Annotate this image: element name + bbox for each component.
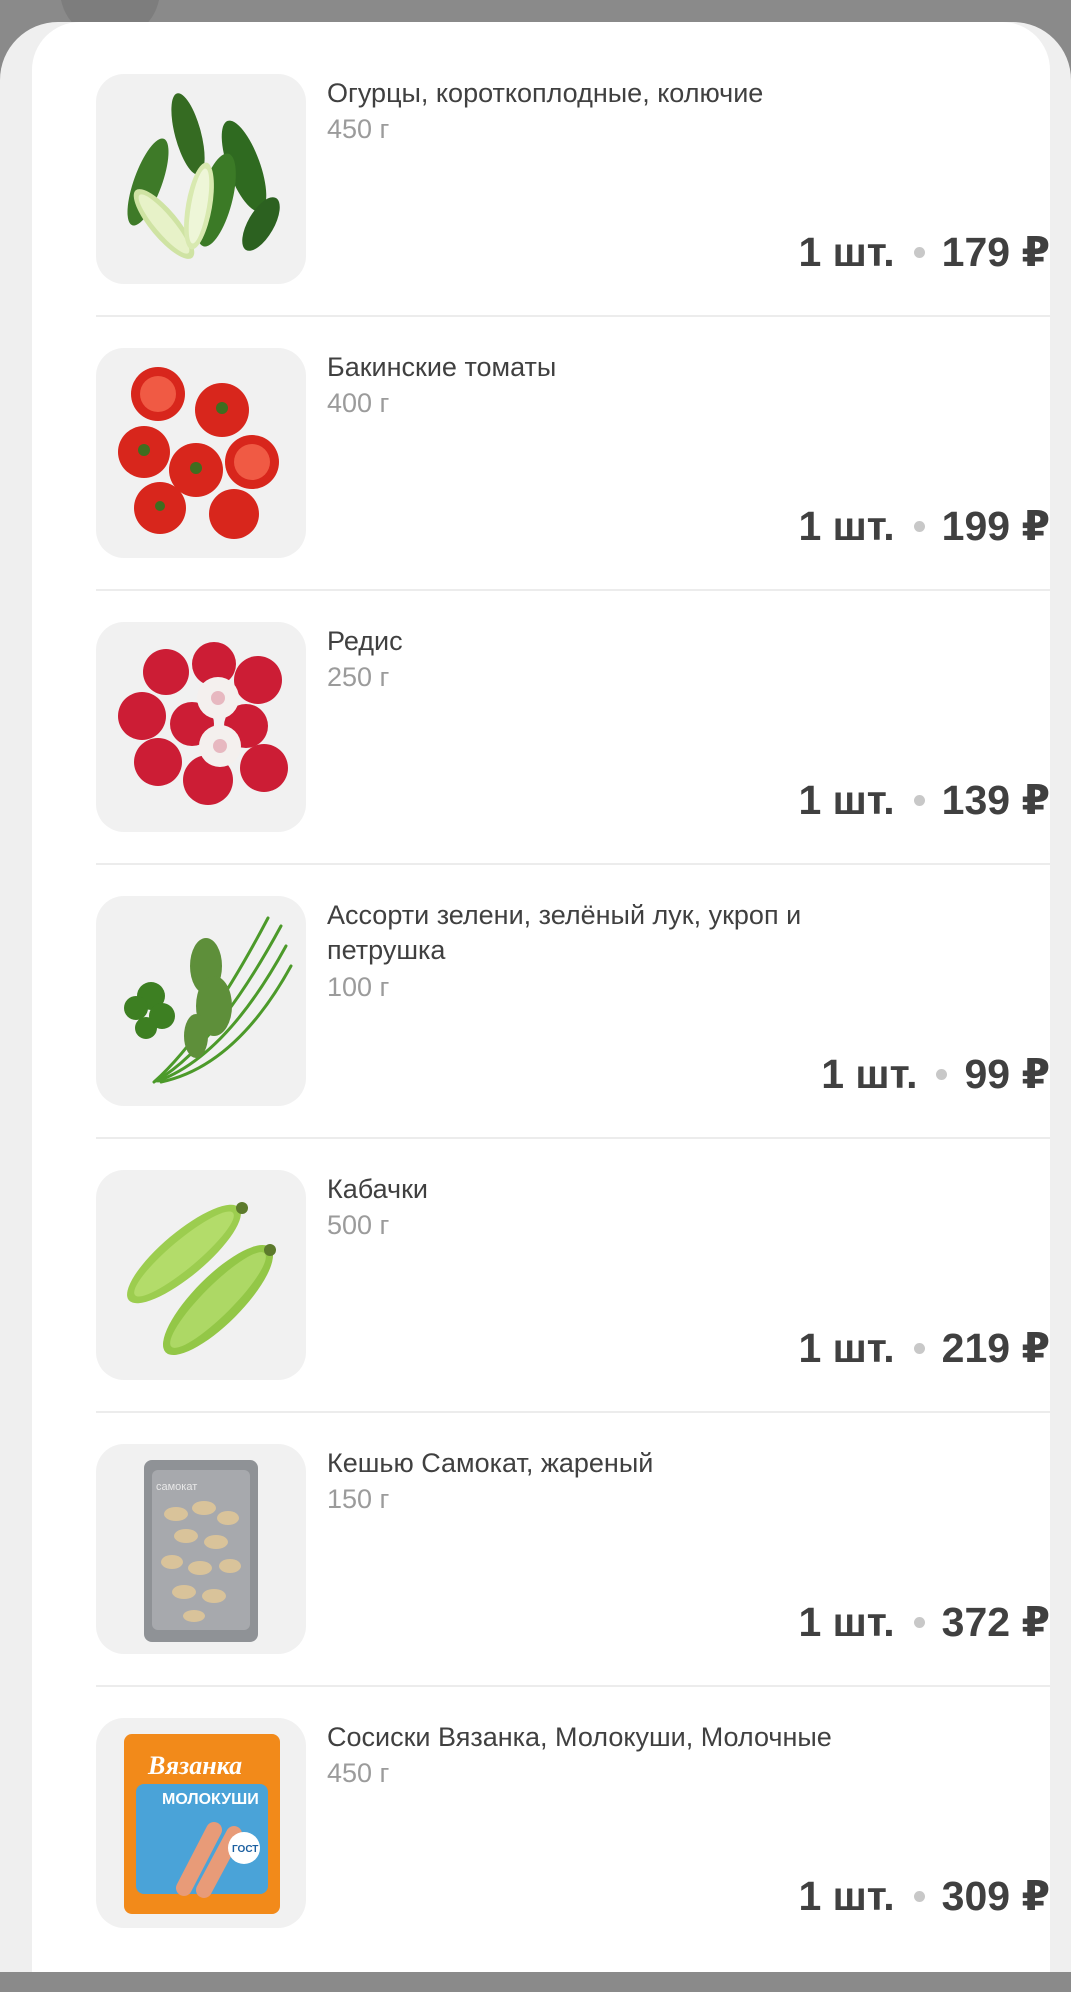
quantity-label: 1 шт. bbox=[798, 502, 895, 549]
product-weight: 450 г bbox=[327, 114, 390, 144]
list-item[interactable]: Редис 250 г 1 шт. 139 ₽ bbox=[96, 622, 1050, 896]
cashew-pack-image: самокат bbox=[144, 1460, 258, 1642]
product-name: Бакинские томаты bbox=[327, 352, 557, 382]
quantity-label: 1 шт. bbox=[798, 776, 895, 823]
price-label: 139 ₽ bbox=[941, 777, 1050, 823]
divider bbox=[96, 863, 1050, 865]
list-item[interactable]: Огурцы, короткоплодные, колючие 450 г 1 … bbox=[96, 74, 1050, 348]
price-label: 219 ₽ bbox=[941, 1325, 1050, 1371]
product-name: Огурцы, короткоплодные, колючие bbox=[327, 78, 764, 108]
herbs-image bbox=[124, 916, 293, 1084]
list-item[interactable]: самокат Кешью Самокат, жареный 150 г 1 ш… bbox=[96, 1444, 1050, 1718]
divider bbox=[96, 1411, 1050, 1413]
product-weight: 500 г bbox=[327, 1210, 390, 1240]
order-items-panel: Огурцы, короткоплодные, колючие 450 г 1 … bbox=[32, 22, 1050, 1972]
separator-dot bbox=[913, 794, 925, 806]
order-items-list: Огурцы, короткоплодные, колючие 450 г 1 … bbox=[96, 74, 1050, 1992]
separator-dot bbox=[913, 1616, 925, 1628]
product-name: Ассорти зелени, зелёный лук, укроп и пет… bbox=[327, 900, 802, 965]
product-thumbnail[interactable] bbox=[96, 74, 306, 284]
quantity-label: 1 шт. bbox=[798, 1872, 895, 1919]
quantity-label: 1 шт. bbox=[798, 1598, 895, 1645]
quantity-label: 1 шт. bbox=[798, 1324, 895, 1371]
pack-product-text: МОЛОКУШИ bbox=[162, 1791, 259, 1808]
cucumbers-image bbox=[127, 93, 280, 259]
product-name: Сосиски Вязанка, Молокуши, Молочные bbox=[327, 1722, 832, 1752]
product-thumbnail[interactable] bbox=[96, 1170, 306, 1380]
product-weight: 450 г bbox=[327, 1758, 390, 1788]
pack-brand-text: Вязанка bbox=[147, 1751, 242, 1780]
separator-dot bbox=[913, 1890, 925, 1902]
list-item[interactable]: Бакинские томаты 400 г 1 шт. 199 ₽ bbox=[96, 348, 1050, 622]
list-item[interactable]: Кабачки 500 г 1 шт. 219 ₽ bbox=[96, 1170, 1050, 1444]
divider bbox=[96, 1685, 1050, 1687]
product-thumbnail[interactable]: Вязанка МОЛОКУШИ ГОСТ bbox=[96, 1718, 306, 1928]
tomatoes-image bbox=[118, 367, 279, 539]
price-line: 1 шт. 372 ₽ bbox=[798, 1598, 1050, 1646]
product-weight: 250 г bbox=[327, 662, 390, 692]
pack-badge-text: ГОСТ bbox=[232, 1844, 258, 1855]
list-item[interactable]: Вязанка МОЛОКУШИ ГОСТ Сосиски Вязанка, М… bbox=[96, 1718, 1050, 1992]
product-thumbnail[interactable]: самокат bbox=[96, 1444, 306, 1654]
product-weight: 100 г bbox=[327, 972, 390, 1002]
separator-dot bbox=[913, 520, 925, 532]
product-weight: 400 г bbox=[327, 388, 390, 418]
product-name: Редис bbox=[327, 626, 403, 656]
divider bbox=[96, 1137, 1050, 1139]
quantity-label: 1 шт. bbox=[821, 1050, 918, 1097]
divider bbox=[96, 315, 1050, 317]
product-thumbnail[interactable] bbox=[96, 622, 306, 832]
product-weight: 150 г bbox=[327, 1484, 390, 1514]
price-label: 99 ₽ bbox=[964, 1051, 1050, 1097]
separator-dot bbox=[913, 246, 925, 258]
product-name: Кешью Самокат, жареный bbox=[327, 1448, 654, 1478]
zucchini-image bbox=[127, 1202, 276, 1356]
product-name: Кабачки bbox=[327, 1174, 428, 1204]
list-item[interactable]: Ассорти зелени, зелёный лук, укроп и пет… bbox=[96, 896, 1050, 1170]
product-thumbnail[interactable] bbox=[96, 896, 306, 1106]
price-line: 1 шт. 309 ₽ bbox=[798, 1872, 1050, 1920]
price-label: 309 ₽ bbox=[941, 1873, 1050, 1919]
quantity-label: 1 шт. bbox=[798, 228, 895, 275]
price-line: 1 шт. 139 ₽ bbox=[798, 776, 1050, 824]
price-label: 179 ₽ bbox=[941, 229, 1050, 275]
separator-dot bbox=[913, 1342, 925, 1354]
price-line: 1 шт. 199 ₽ bbox=[798, 502, 1050, 550]
product-thumbnail[interactable] bbox=[96, 348, 306, 558]
sausages-pack-image: Вязанка МОЛОКУШИ ГОСТ bbox=[124, 1734, 280, 1914]
price-label: 199 ₽ bbox=[941, 503, 1050, 549]
separator-dot bbox=[936, 1068, 948, 1080]
pack-brand-text: самокат bbox=[156, 1481, 197, 1493]
price-line: 1 шт. 99 ₽ bbox=[821, 1050, 1050, 1098]
price-line: 1 шт. 219 ₽ bbox=[798, 1324, 1050, 1372]
radish-image bbox=[118, 642, 288, 805]
divider bbox=[96, 589, 1050, 591]
price-label: 372 ₽ bbox=[941, 1599, 1050, 1645]
price-line: 1 шт. 179 ₽ bbox=[798, 228, 1050, 276]
